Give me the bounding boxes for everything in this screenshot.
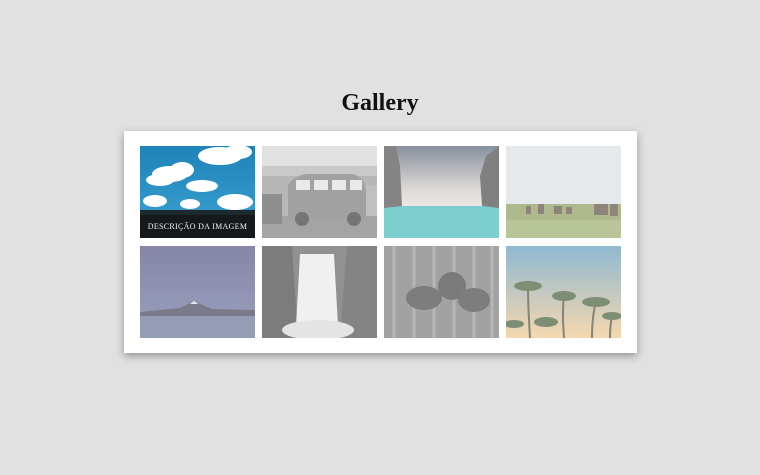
vintage-van-image	[262, 146, 377, 238]
page: Gallery DESCRIÇÃO DA IMAGEM	[0, 0, 760, 475]
gallery-item-vintage-van[interactable]	[262, 146, 377, 238]
gallery-item-sea-cliffs[interactable]	[384, 146, 499, 238]
gallery-item-pine-cones[interactable]	[384, 246, 499, 338]
gallery-item-horses-field[interactable]	[506, 146, 621, 238]
horses-field-image	[506, 146, 621, 238]
pine-cones-image	[384, 246, 499, 338]
image-caption: DESCRIÇÃO DA IMAGEM	[140, 215, 255, 238]
gallery-item-waterfall[interactable]	[262, 246, 377, 338]
palm-trees-image	[506, 246, 621, 338]
mountain-lake-image	[140, 246, 255, 338]
gallery-item-sky-clouds[interactable]: DESCRIÇÃO DA IMAGEM	[140, 146, 255, 238]
waterfall-image	[262, 246, 377, 338]
gallery-item-mountain-lake[interactable]	[140, 246, 255, 338]
sea-cliffs-image	[384, 146, 499, 238]
page-title: Gallery	[341, 90, 419, 116]
gallery-item-palm-trees[interactable]	[506, 246, 621, 338]
gallery-card: DESCRIÇÃO DA IMAGEM	[124, 131, 637, 353]
